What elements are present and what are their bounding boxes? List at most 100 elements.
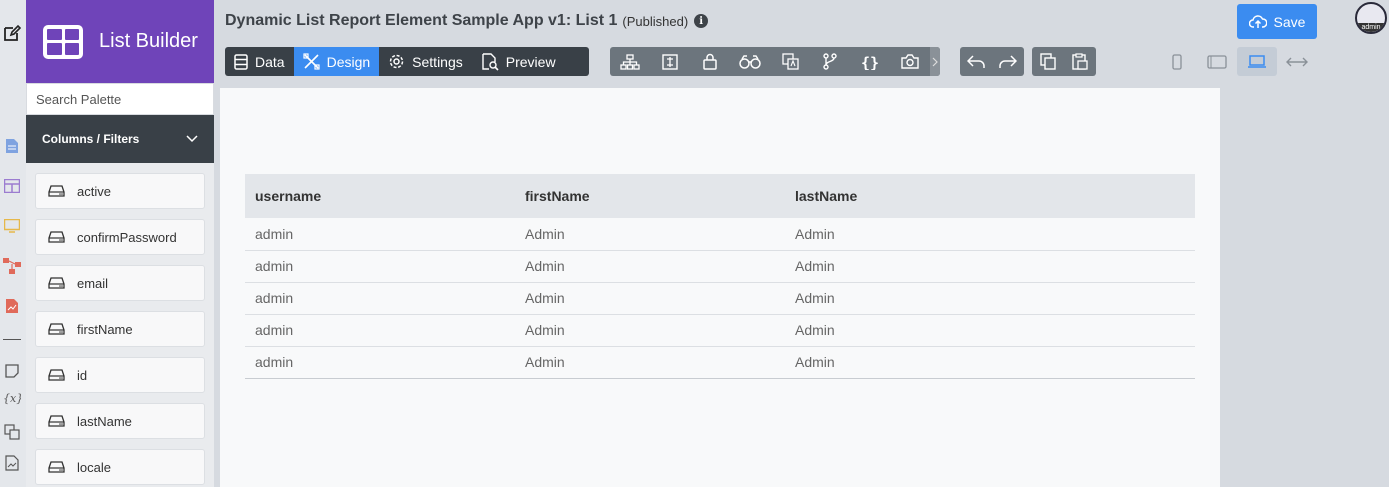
svg-text:{x}: {x} xyxy=(3,392,21,405)
column-header-username[interactable]: username xyxy=(245,174,515,218)
table-cell: Admin xyxy=(515,282,785,315)
table-row: admin Admin Admin xyxy=(245,250,1195,283)
image-file-icon[interactable] xyxy=(3,454,21,472)
preview-icon xyxy=(482,52,499,71)
clipboard-group xyxy=(1032,47,1096,76)
camera-icon[interactable] xyxy=(890,47,930,76)
drive-icon xyxy=(48,369,65,381)
table-row: admin Admin Admin xyxy=(245,346,1195,379)
translate-icon[interactable] xyxy=(3,423,21,441)
tab-label: Settings xyxy=(412,53,463,70)
code-braces-icon[interactable]: {} xyxy=(850,47,890,76)
drive-icon xyxy=(48,323,65,335)
laptop-device-icon[interactable] xyxy=(1237,47,1277,76)
info-icon[interactable]: i xyxy=(694,14,709,28)
table-cell: Admin xyxy=(785,346,1195,379)
palette-item-locale[interactable]: locale xyxy=(35,449,205,485)
list-icon[interactable] xyxy=(3,177,21,195)
svg-text:{}: {} xyxy=(861,54,879,70)
element-properties-icon[interactable] xyxy=(650,47,690,76)
table-cell: admin xyxy=(245,346,515,379)
redo-icon[interactable] xyxy=(992,47,1024,76)
undo-icon[interactable] xyxy=(960,47,992,76)
gear-icon xyxy=(389,54,404,69)
copy-icon[interactable] xyxy=(1032,47,1064,76)
report-icon[interactable] xyxy=(3,297,21,315)
palette-item-email[interactable]: email xyxy=(35,265,205,301)
palette-search-input[interactable] xyxy=(36,91,204,107)
palette-search xyxy=(26,83,214,115)
column-header-firstname[interactable]: firstName xyxy=(515,174,785,218)
edit-icon[interactable] xyxy=(3,24,21,42)
design-tools-icon xyxy=(302,53,320,70)
database-icon xyxy=(234,53,248,70)
device-preview-group xyxy=(1157,47,1317,76)
table-grid-icon xyxy=(43,24,83,59)
drive-icon xyxy=(48,461,65,473)
app-title-text: Dynamic List Report Element Sample App v… xyxy=(225,12,618,29)
table-cell: Admin xyxy=(515,346,785,379)
list-table[interactable]: username firstName lastName admin Admin … xyxy=(245,174,1195,379)
palette-item-confirmpassword[interactable]: confirmPassword xyxy=(35,219,205,255)
column-header-lastname[interactable]: lastName xyxy=(785,174,1195,218)
table-row: admin Admin Admin xyxy=(245,282,1195,315)
mobile-device-icon[interactable] xyxy=(1157,47,1197,76)
rail-divider xyxy=(3,339,21,340)
mode-tabs: Data Design Settings Preview xyxy=(225,47,589,76)
palette-item-id[interactable]: id xyxy=(35,357,205,393)
palette-item-label: email xyxy=(77,275,109,291)
tab-label: Preview xyxy=(505,53,556,70)
save-label: Save xyxy=(1273,13,1306,30)
table-cell: Admin xyxy=(785,218,1195,251)
save-button[interactable]: Save xyxy=(1237,4,1317,39)
columns-filters-section[interactable]: Columns / Filters xyxy=(26,115,214,163)
drive-icon xyxy=(48,277,65,289)
palette-item-label: confirmPassword xyxy=(77,229,177,245)
drive-icon xyxy=(48,415,65,427)
undo-redo-group xyxy=(960,47,1024,76)
design-toolbar: {} xyxy=(610,47,940,76)
process-icon[interactable] xyxy=(3,257,21,275)
full-width-icon[interactable] xyxy=(1277,47,1317,76)
chevron-right-icon[interactable] xyxy=(930,47,940,76)
avatar[interactable]: admin xyxy=(1355,2,1387,34)
publish-status: (Published) xyxy=(622,13,689,29)
table-cell: admin xyxy=(245,282,515,315)
tab-design[interactable]: Design xyxy=(293,47,380,76)
palette-item-lastname[interactable]: lastName xyxy=(35,403,205,439)
table-cell: admin xyxy=(245,250,515,283)
branch-icon[interactable] xyxy=(810,47,850,76)
chevron-down-icon xyxy=(186,135,198,143)
palette-item-label: locale xyxy=(77,459,111,475)
form-icon[interactable] xyxy=(3,137,21,155)
tab-data[interactable]: Data xyxy=(225,47,294,76)
palette-item-active[interactable]: active xyxy=(35,173,205,209)
translate-icon[interactable] xyxy=(770,47,810,76)
variable-icon[interactable]: {x} xyxy=(3,389,21,407)
lock-icon[interactable] xyxy=(690,47,730,76)
table-cell: admin xyxy=(245,218,515,251)
cloud-upload-icon xyxy=(1248,14,1267,28)
table-row: admin Admin Admin xyxy=(245,218,1195,251)
note-icon[interactable] xyxy=(3,362,21,380)
tab-preview[interactable]: Preview xyxy=(472,47,565,76)
tablet-device-icon[interactable] xyxy=(1197,47,1237,76)
table-cell: Admin xyxy=(785,250,1195,283)
palette-item-label: firstName xyxy=(77,321,133,337)
table-cell: Admin xyxy=(785,282,1195,315)
binoculars-icon[interactable] xyxy=(730,47,770,76)
tab-settings[interactable]: Settings xyxy=(379,47,472,76)
table-row: admin Admin Admin xyxy=(245,314,1195,347)
drive-icon xyxy=(48,185,65,197)
app-title: Dynamic List Report Element Sample App v… xyxy=(225,12,709,30)
brand-title: List Builder xyxy=(99,30,198,52)
builder-header: Dynamic List Report Element Sample App v… xyxy=(214,0,1389,88)
palette-item-label: id xyxy=(77,367,88,383)
userview-icon[interactable] xyxy=(3,217,21,235)
section-label: Columns / Filters xyxy=(42,132,140,146)
paste-icon[interactable] xyxy=(1064,47,1096,76)
tree-structure-icon[interactable] xyxy=(610,47,650,76)
palette-item-firstname[interactable]: firstName xyxy=(35,311,205,347)
table-cell: Admin xyxy=(515,218,785,251)
table-header-row: username firstName lastName xyxy=(245,174,1195,218)
